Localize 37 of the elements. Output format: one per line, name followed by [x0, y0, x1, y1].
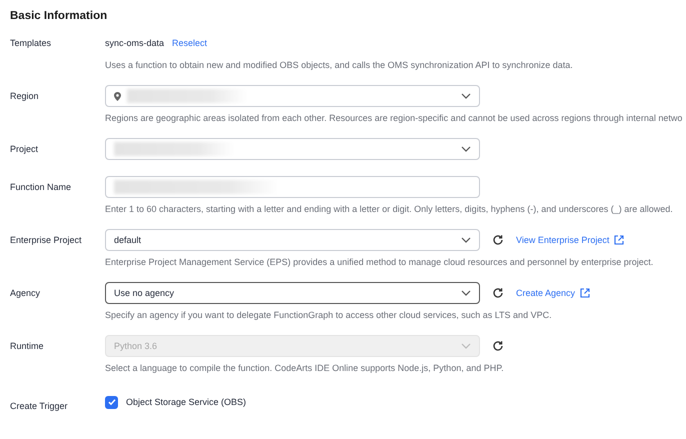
reselect-link[interactable]: Reselect	[172, 38, 208, 48]
chevron-down-icon	[461, 93, 471, 99]
field-label: Region	[10, 90, 40, 103]
refresh-icon[interactable]	[492, 287, 504, 299]
field-label: Create Trigger	[10, 400, 69, 413]
template-name: sync-oms-data	[105, 38, 164, 48]
section-title: Basic Information	[10, 10, 108, 22]
select-field[interactable]	[105, 85, 480, 107]
select-field[interactable]	[105, 138, 480, 160]
field-description: Regions are geographic areas isolated from each other. Resources are region-specific and cannot be used across regions through internal netwo	[105, 113, 684, 123]
external-link-icon	[614, 235, 624, 245]
field-label: Enterprise Project	[10, 234, 83, 247]
field-label: Templates	[10, 37, 52, 50]
chevron-down-icon	[461, 146, 471, 152]
select-field[interactable]: default	[105, 229, 480, 251]
chevron-down-icon	[461, 290, 471, 296]
field-label: Function Name	[10, 181, 72, 194]
checkbox[interactable]	[105, 396, 118, 408]
field-description: Enter 1 to 60 characters, starting with a letter and ending with a letter or digit. Only letters, digits, hyphens (-), and underscores (_) are allowed.	[105, 204, 674, 214]
input-field[interactable]	[105, 176, 480, 198]
field-label: Runtime	[10, 340, 45, 353]
field-description: Select a language to compile the function. CodeArts IDE Online supports Node.js, Python, and PHP.	[105, 363, 505, 373]
checkbox-label: Object Storage Service (OBS)	[126, 397, 246, 407]
chevron-down-icon	[461, 237, 471, 243]
external-link[interactable]: View Enterprise Project	[516, 235, 624, 245]
chevron-down-icon	[461, 343, 471, 349]
refresh-icon[interactable]	[492, 234, 504, 246]
field-description: Enterprise Project Management Service (EPS) provides a unified method to manage cloud resources and personnel by enterprise project.	[105, 257, 654, 267]
field-label: Agency	[10, 287, 42, 300]
field-description: Specify an agency if you want to delegate FunctionGraph to access other cloud services, such as LTS and VPC.	[105, 310, 553, 320]
check-icon	[106, 397, 116, 407]
external-link-icon	[580, 288, 590, 298]
field-label: Project	[10, 143, 40, 156]
select-field[interactable]: Use no agency	[105, 282, 480, 304]
location-icon	[114, 92, 121, 100]
field-description: Uses a function to obtain new and modified OBS objects, and calls the OMS synchronization API to synchronize data.	[105, 60, 574, 70]
external-link[interactable]: Create Agency	[516, 288, 590, 298]
